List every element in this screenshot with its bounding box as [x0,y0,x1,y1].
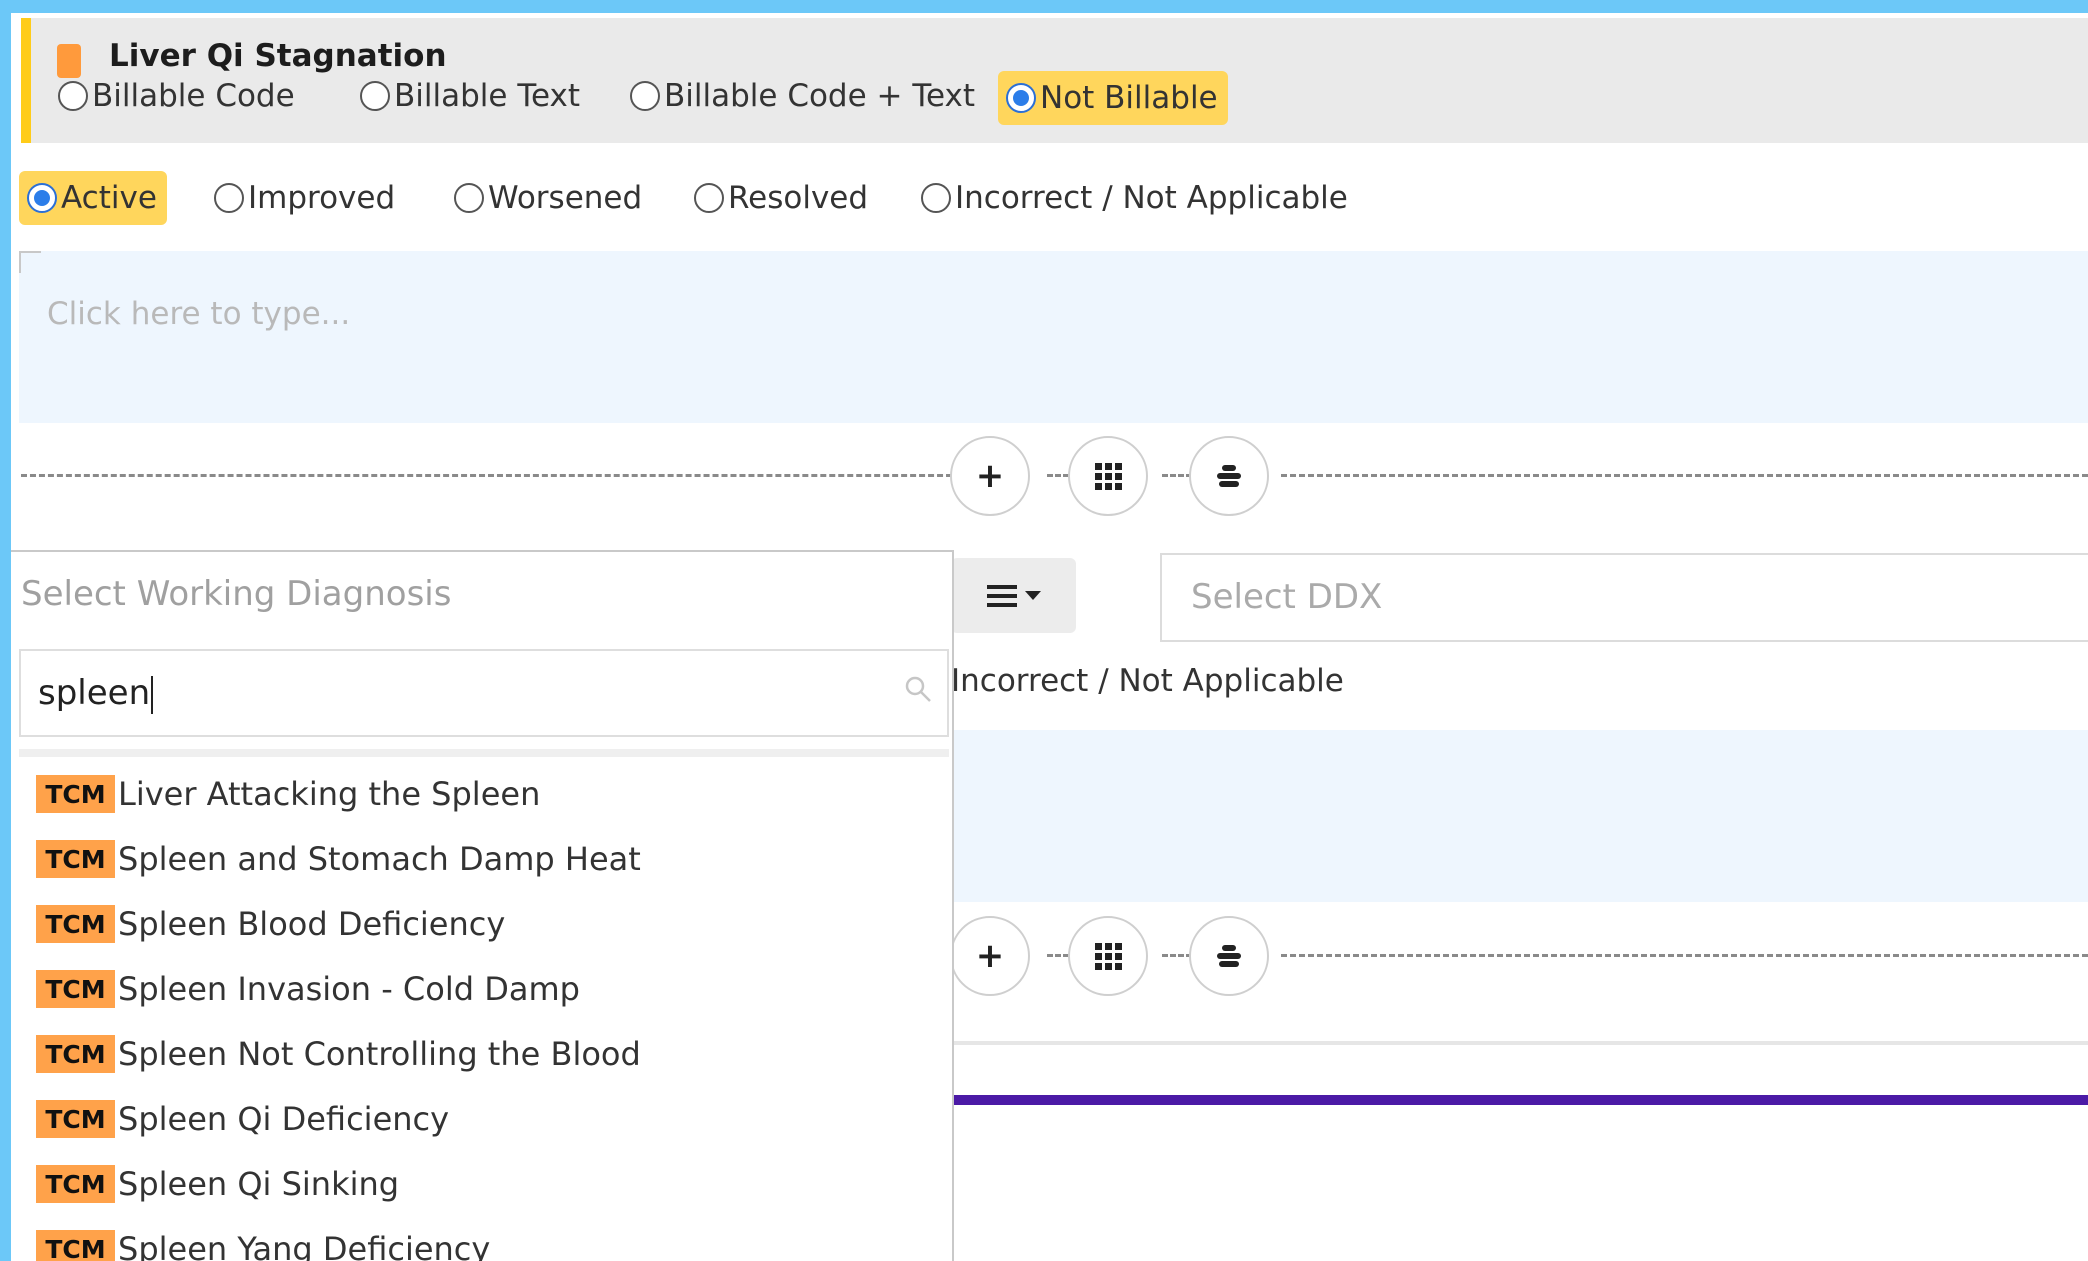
dashed-divider [1281,954,2088,957]
tcm-badge: TCM [36,1035,115,1073]
status-option-incorrect-secondary[interactable]: Incorrect / Not Applicable [951,663,1344,699]
status-option-improved[interactable]: Improved [206,173,405,223]
billing-option-label: Billable Text [394,78,581,114]
radio-circle-icon[interactable] [360,81,390,111]
diagnosis-result-label: Spleen Invasion - Cold Damp [118,970,580,1008]
working-diagnosis-placeholder: Select Working Diagnosis [21,574,452,614]
tcm-badge: TCM [36,1100,115,1138]
layers-button-secondary[interactable] [1189,916,1269,996]
grid-button[interactable] [1068,436,1148,516]
diagnosis-result-item[interactable]: TCM Spleen Not Controlling the Blood [36,1030,641,1078]
menu-dropdown-button[interactable] [951,558,1076,633]
search-input-value: spleen [38,673,154,714]
layers-icon [1217,945,1241,967]
hamburger-icon [986,584,1017,607]
status-option-incorrect[interactable]: Incorrect / Not Applicable [913,173,1358,223]
ddx-select[interactable]: Select DDX [1160,553,2088,642]
diagnosis-result-item[interactable]: TCM Spleen Qi Deficiency [36,1095,449,1143]
plus-icon: + [975,456,1005,496]
radio-circle-icon[interactable] [58,81,88,111]
grid-button-secondary[interactable] [1068,916,1148,996]
chevron-down-icon [1024,591,1041,600]
diagnosis-search-input[interactable]: spleen [19,649,949,737]
diagnosis-result-item[interactable]: TCM Spleen and Stomach Damp Heat [36,835,641,883]
dashed-divider [1162,954,1192,957]
billing-option-label: Billable Code + Text [664,78,976,114]
diagnosis-result-label: Spleen and Stomach Damp Heat [118,840,641,878]
status-option-label: Improved [248,180,396,216]
dashed-divider [21,474,961,477]
tcm-badge: TCM [36,775,115,813]
diagnosis-title: Liver Qi Stagnation [109,38,447,74]
tcm-badge: TCM [36,840,115,878]
notes-editor-secondary[interactable] [951,730,2088,902]
tcm-badge: TCM [36,970,115,1008]
grid-icon [1094,462,1122,490]
tcm-badge: TCM [36,1165,115,1203]
text-cursor [151,675,154,714]
notes-placeholder: Click here to type... [47,296,351,332]
diagnosis-result-item[interactable]: TCM Spleen Blood Deficiency [36,900,505,948]
plus-icon: + [975,936,1005,976]
billing-option-billable-code[interactable]: Billable Code [50,71,305,121]
billing-option-label: Billable Code [92,78,295,114]
billing-option-label: Not Billable [1040,80,1218,116]
dashed-divider [1281,474,2088,477]
status-option-label: Incorrect / Not Applicable [955,180,1348,216]
diagnosis-result-label: Spleen Qi Deficiency [118,1100,450,1138]
radio-circle-icon[interactable] [694,183,724,213]
radio-circle-icon[interactable] [921,183,951,213]
notes-editor[interactable]: Click here to type... [19,251,2088,423]
radio-circle-icon[interactable] [630,81,660,111]
diagnosis-result-item[interactable]: TCM Liver Attacking the Spleen [36,770,540,818]
status-option-active[interactable]: Active [19,171,167,225]
working-diagnosis-dropdown[interactable]: Select Working Diagnosis spleen TCM Live… [11,550,954,1261]
add-button[interactable]: + [950,436,1030,516]
tcm-badge: TCM [36,905,115,943]
search-icon [905,676,931,702]
billing-option-billable-code-text[interactable]: Billable Code + Text [622,71,985,121]
radio-circle-icon[interactable] [454,183,484,213]
radio-selected-icon[interactable] [27,183,57,213]
billing-option-billable-text[interactable]: Billable Text [352,71,590,121]
layers-icon [1217,465,1241,487]
tcm-badge: TCM [36,1230,115,1261]
diagnosis-result-label: Spleen Not Controlling the Blood [118,1035,641,1073]
dashed-divider [1162,474,1192,477]
section-divider [951,1041,2088,1045]
diagnosis-editor: Liver Qi Stagnation Billable Code Billab… [11,13,2088,1261]
ddx-placeholder: Select DDX [1191,577,1383,617]
grid-icon [1094,942,1122,970]
diagnosis-result-label: Liver Attacking the Spleen [118,775,541,813]
diagnosis-result-label: Spleen Qi Sinking [118,1165,400,1203]
radio-circle-icon[interactable] [214,183,244,213]
notes-corner-checkbox[interactable] [19,251,41,273]
diagnosis-result-label: Spleen Blood Deficiency [118,905,506,943]
status-option-label: Worsened [488,180,643,216]
layers-button[interactable] [1189,436,1269,516]
status-option-label: Active [61,180,157,216]
add-button-secondary[interactable]: + [950,916,1030,996]
diagnosis-header: Liver Qi Stagnation Billable Code Billab… [21,18,2088,143]
diagnosis-result-item[interactable]: TCM Spleen Yang Deficiency [36,1225,490,1261]
section-divider-accent [951,1095,2088,1105]
status-option-label: Resolved [728,180,869,216]
radio-selected-icon[interactable] [1006,83,1036,113]
billing-option-not-billable[interactable]: Not Billable [998,71,1228,125]
status-option-resolved[interactable]: Resolved [686,173,878,223]
diagnosis-result-item[interactable]: TCM Spleen Invasion - Cold Damp [36,965,580,1013]
dropdown-separator [19,749,949,757]
diagnosis-result-label: Spleen Yang Deficiency [118,1230,491,1261]
diagnosis-result-item[interactable]: TCM Spleen Qi Sinking [36,1160,399,1208]
status-option-worsened[interactable]: Worsened [446,173,652,223]
